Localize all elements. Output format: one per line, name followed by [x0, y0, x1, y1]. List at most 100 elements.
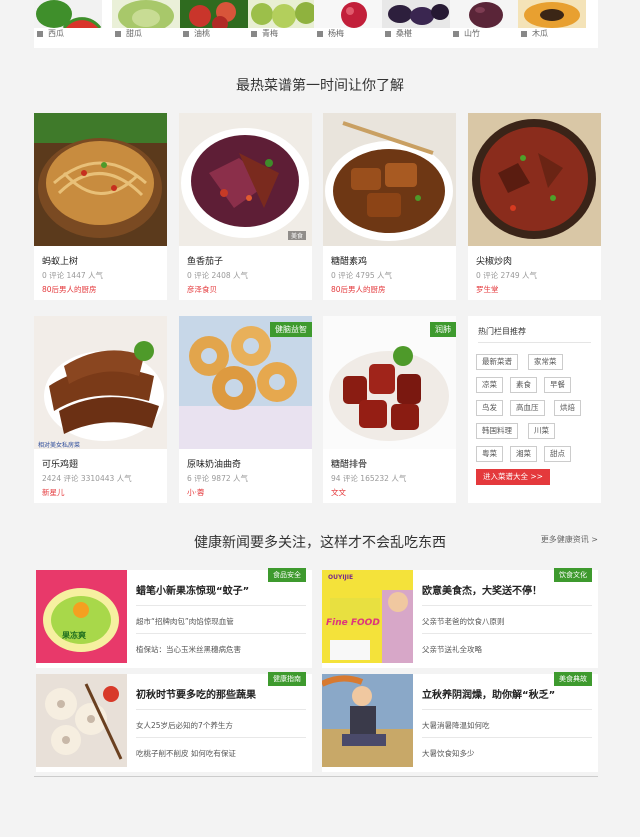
hot-tag-hair[interactable]: 鸟发 [476, 400, 503, 416]
more-health-news-link[interactable]: 更多健康资讯 > [541, 534, 598, 545]
recipe-card[interactable]: 尖椒炒肉 0 评论 2749 人气 罗生堂 [468, 113, 601, 300]
recipe-stats: 0 评论 2408 人气 [187, 271, 249, 280]
fruit-label: 杨梅 [314, 28, 382, 40]
recipe-image-sweet-sour-tofu[interactable] [323, 113, 456, 246]
news-link[interactable]: 父亲节送礼全攻略 [422, 644, 482, 655]
hot-tag-breakfast[interactable]: 早餐 [544, 377, 571, 393]
recipe-author[interactable]: 80后男人的厨房 [331, 284, 386, 295]
recipe-author[interactable]: 文文 [331, 487, 346, 498]
recipe-image-pepper-pork[interactable] [468, 113, 601, 246]
recipe-author[interactable]: 小·蓉 [187, 487, 204, 498]
news-link[interactable]: 大暑饮食知多少 [422, 748, 475, 759]
fine-food-label: Fine FOOD [326, 618, 380, 628]
news-item[interactable]: 果冻爽 食品安全 蜡笔小新果冻惊现“蚊子” 超市“招牌肉包”肉馅惊现血管 植保站… [36, 568, 312, 668]
news-link[interactable]: 植保站：当心玉米丝黑穗病危害 [136, 644, 241, 655]
news-image-finefood[interactable] [322, 570, 413, 663]
jelly-brand-label: 果冻爽 [62, 631, 86, 640]
hot-tag-sichuan[interactable]: 川菜 [528, 423, 555, 439]
news-category-tag[interactable]: 美食典故 [554, 672, 592, 686]
news-image-jelly[interactable] [36, 570, 127, 663]
recipe-stats: 2424 评论 3310443 人气 [42, 474, 132, 483]
news-category-tag[interactable]: 健康指南 [268, 672, 306, 686]
divider [422, 737, 592, 738]
hot-tag-vegetarian[interactable]: 素食 [510, 377, 537, 393]
news-title[interactable]: 立秋养阴润燥，助你解“秋乏” [422, 686, 590, 701]
news-link[interactable]: 超市“招牌肉包”肉馅惊现血管 [136, 616, 234, 627]
brand-logo: OUYIJIE [328, 574, 354, 581]
hot-tag-latest[interactable]: 最新菜谱 [476, 354, 518, 370]
news-link[interactable]: 吃桃子削不削皮 如何吃有保证 [136, 748, 236, 759]
recipe-name[interactable]: 尖椒炒肉 [476, 254, 512, 267]
news-link[interactable]: 女人25岁后必知的7个养生方 [136, 720, 233, 731]
fruit-label: 油桃 [180, 28, 248, 40]
nectarine-image [180, 0, 248, 28]
hot-tag-cold[interactable]: 凉菜 [476, 377, 503, 393]
fruit-label: 木瓜 [518, 28, 586, 40]
promo-badge: 美食 [287, 231, 306, 240]
fruit-label: 青梅 [248, 28, 316, 40]
recipe-author[interactable]: 罗生堂 [476, 284, 499, 295]
recipe-card[interactable]: 糖醋素鸡 0 评论 4795 人气 80后男人的厨房 [323, 113, 456, 300]
hot-tag-dessert[interactable]: 甜点 [544, 446, 571, 462]
fruit-item-mulberry[interactable]: 桑椹 [382, 0, 450, 40]
fruit-item-melon[interactable]: 甜瓜 [112, 0, 180, 40]
hot-columns-panel: 热门栏目推荐 最新菜谱 家常菜 凉菜 素食 早餐 鸟发 高血压 烘焙 韩国料理 … [468, 316, 601, 503]
recipe-card[interactable]: 健脑益智 原味奶油曲奇 6 评论 9872 人气 小·蓉 [179, 316, 312, 503]
hot-tag-korean[interactable]: 韩国料理 [476, 423, 518, 439]
divider [136, 633, 306, 634]
divider [136, 709, 306, 710]
divider [478, 342, 591, 343]
footer-divider [34, 776, 598, 777]
fruit-item-papaya[interactable]: 木瓜 [518, 0, 586, 40]
news-item[interactable]: OUYIJIE Fine FOOD 饮食文化 欧意美食杰，大奖送不停！ 父亲节老… [322, 568, 598, 668]
recipe-name[interactable]: 蚂蚁上树 [42, 254, 78, 267]
hot-tag-hunan[interactable]: 湘菜 [510, 446, 537, 462]
news-link[interactable]: 大暑消暑降温如何吃 [422, 720, 490, 731]
hot-tag-baking[interactable]: 烘焙 [554, 400, 581, 416]
news-category-tag[interactable]: 饮食文化 [554, 568, 592, 582]
category-tag[interactable]: 润肺 [430, 322, 456, 337]
recipe-name[interactable]: 原味奶油曲奇 [187, 457, 241, 470]
news-category-tag[interactable]: 食品安全 [268, 568, 306, 582]
recipe-name[interactable]: 鱼香茄子 [187, 254, 223, 267]
recipe-name[interactable]: 糖醋素鸡 [331, 254, 367, 267]
enter-recipes-button[interactable]: 进入菜谱大全 >> [476, 469, 550, 485]
category-tag[interactable]: 健脑益智 [270, 322, 312, 337]
recipe-author[interactable]: 80后男人的厨房 [42, 284, 97, 295]
recipe-card[interactable]: 美食 鱼香茄子 0 评论 2408 人气 彦泽食贝 [179, 113, 312, 300]
news-title[interactable]: 初秋时节要多吃的那些蔬果 [136, 686, 304, 701]
news-image-lotus[interactable] [36, 674, 127, 767]
divider [422, 709, 592, 710]
recipe-card[interactable]: 蚂蚁上树 0 评论 1447 人气 80后男人的厨房 [34, 113, 167, 300]
fruit-item-greenplum[interactable]: 青梅 [248, 0, 316, 40]
hot-recipes-title: 最热菜谱第一时间让你了解 [236, 78, 404, 94]
greenplum-image [248, 0, 316, 28]
recipe-image-eggplant[interactable] [179, 113, 312, 246]
watermelon-image [34, 0, 102, 28]
news-title[interactable]: 欧意美食杰，大奖送不停！ [422, 582, 590, 597]
recipe-image-noodles[interactable] [34, 113, 167, 246]
melon-image [112, 0, 180, 28]
mulberry-image [382, 0, 450, 28]
fruit-item-watermelon[interactable]: 西瓜 [34, 0, 102, 40]
recipe-name[interactable]: 可乐鸡翅 [42, 457, 78, 470]
recipe-stats: 6 评论 9872 人气 [187, 474, 249, 483]
fruit-label: 桑椹 [382, 28, 450, 40]
news-link[interactable]: 父亲节老爸的饮食八原则 [422, 616, 505, 627]
hot-tag-hypertension[interactable]: 高血压 [510, 400, 545, 416]
news-title[interactable]: 蜡笔小新果冻惊现“蚊子” [136, 582, 304, 597]
hot-tag-home[interactable]: 家常菜 [528, 354, 563, 370]
hot-tag-cantonese[interactable]: 粤菜 [476, 446, 503, 462]
fruit-item-nectarine[interactable]: 油桃 [180, 0, 248, 40]
recipe-author[interactable]: 彦泽食贝 [187, 284, 217, 295]
recipe-card[interactable]: 相对美女私房菜 可乐鸡翅 2424 评论 3310443 人气 新星儿 [34, 316, 167, 503]
news-item[interactable]: 健康指南 初秋时节要多吃的那些蔬果 女人25岁后必知的7个养生方 吃桃子削不削皮… [36, 672, 312, 772]
news-item[interactable]: 美食典故 立秋养阴润燥，助你解“秋乏” 大暑消暑降温如何吃 大暑饮食知多少 [322, 672, 598, 772]
news-image-autumn[interactable] [322, 674, 413, 767]
recipe-author[interactable]: 新星儿 [42, 487, 65, 498]
fruit-item-bayberry[interactable]: 杨梅 [314, 0, 382, 40]
recipe-image-cola-wings[interactable] [34, 316, 167, 449]
fruit-item-mangosteen[interactable]: 山竹 [450, 0, 518, 40]
recipe-name[interactable]: 糖醋排骨 [331, 457, 367, 470]
recipe-card[interactable]: 润肺 糖醋排骨 94 评论 165232 人气 文文 [323, 316, 456, 503]
